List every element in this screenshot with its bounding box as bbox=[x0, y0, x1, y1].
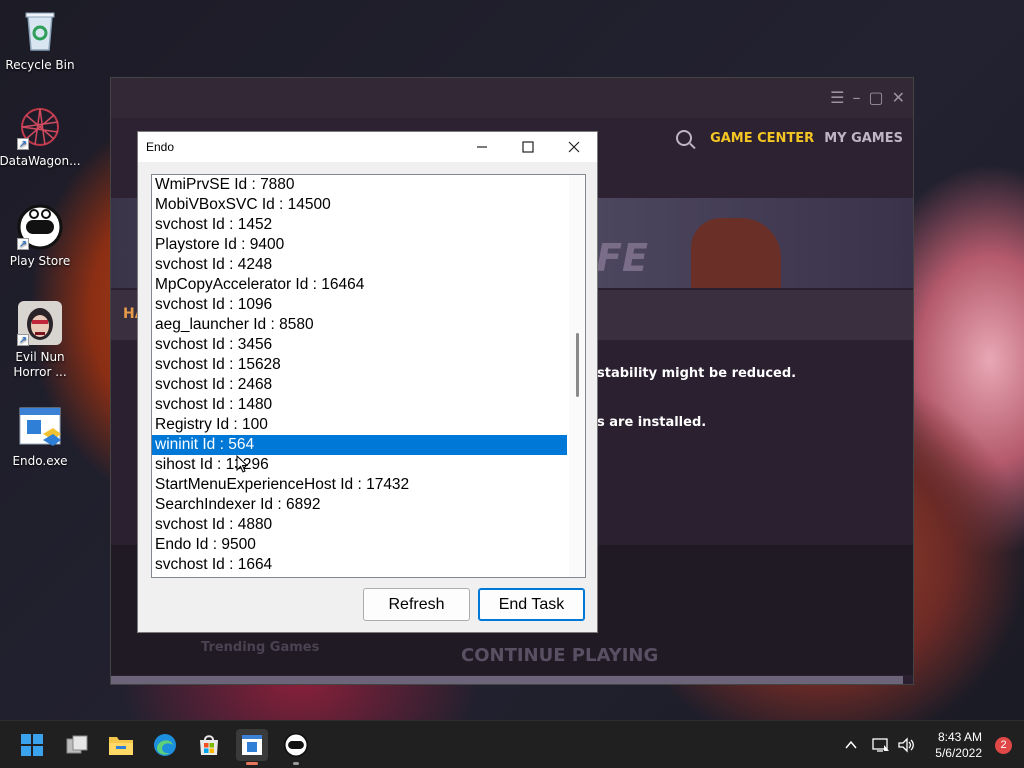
launcher-titlebar: ☰ – ▢ ✕ bbox=[111, 78, 913, 118]
search-icon[interactable] bbox=[676, 130, 693, 146]
minimize-button[interactable] bbox=[459, 132, 505, 162]
network-button[interactable] bbox=[872, 721, 890, 768]
maximize-icon bbox=[522, 141, 534, 153]
endo-taskbar-button[interactable] bbox=[236, 729, 268, 765]
list-item[interactable]: SearchIndexer Id : 6892 bbox=[152, 495, 567, 515]
desktop-icon-label: Evil Nun Horror ... bbox=[13, 350, 67, 379]
recycle-bin-icon bbox=[17, 8, 63, 54]
nav-game-center[interactable]: GAME CENTER bbox=[710, 131, 814, 146]
endo-titlebar[interactable]: Endo bbox=[138, 132, 597, 162]
endo-title: Endo bbox=[146, 140, 175, 154]
maximize-icon[interactable]: ▢ bbox=[868, 88, 883, 107]
list-item[interactable]: WmiPrvSE Id : 7880 bbox=[152, 175, 567, 195]
banner-text: FE bbox=[596, 236, 648, 280]
file-explorer-icon bbox=[109, 737, 133, 755]
list-scrollbar[interactable] bbox=[569, 175, 585, 577]
menu-icon[interactable]: ☰ bbox=[830, 88, 844, 107]
desktop-icon-evil-nun[interactable]: ↗ Evil Nun Horror ... bbox=[0, 300, 80, 380]
maximize-button[interactable] bbox=[505, 132, 551, 162]
play-store-taskbar-button[interactable] bbox=[280, 729, 312, 765]
desktop-icon-label: Play Store bbox=[9, 254, 71, 268]
task-view-icon bbox=[66, 735, 88, 754]
endo-app-icon bbox=[242, 735, 262, 755]
list-item[interactable]: Playstore Id : 9400 bbox=[152, 235, 567, 255]
list-item[interactable]: aeg_launcher Id : 8580 bbox=[152, 315, 567, 335]
file-explorer-button[interactable] bbox=[105, 729, 137, 761]
list-item-selected[interactable]: wininit Id : 564 bbox=[152, 435, 567, 455]
continue-playing-label: CONTINUE PLAYING bbox=[461, 645, 659, 666]
desktop-icon-play-store[interactable]: ↗ Play Store bbox=[0, 204, 80, 269]
list-item[interactable]: svchost Id : 1096 bbox=[152, 295, 567, 315]
launcher-nav: GAME CENTER MY GAMES bbox=[676, 130, 903, 146]
minimize-icon bbox=[477, 146, 487, 148]
shortcut-arrow-icon: ↗ bbox=[17, 138, 29, 150]
warning-line-2: s are installed. bbox=[597, 415, 707, 430]
application-window-icon bbox=[17, 404, 63, 450]
list-item[interactable]: svchost Id : 3456 bbox=[152, 335, 567, 355]
clock[interactable]: 8:43 AM 5/6/2022 bbox=[935, 729, 982, 761]
list-item[interactable]: svchost Id : 1664 bbox=[152, 555, 567, 575]
close-button[interactable] bbox=[551, 132, 597, 162]
desktop-icon-label: Recycle Bin bbox=[5, 58, 75, 72]
banner-art bbox=[691, 218, 781, 288]
list-item[interactable]: svchost Id : 1452 bbox=[152, 215, 567, 235]
play-store-icon: ↗ bbox=[17, 204, 63, 250]
end-task-button[interactable]: End Task bbox=[478, 588, 585, 621]
list-item[interactable]: MpCopyAccelerator Id : 16464 bbox=[152, 275, 567, 295]
task-view-button[interactable] bbox=[61, 729, 93, 761]
refresh-button[interactable]: Refresh bbox=[363, 588, 470, 621]
network-icon bbox=[872, 738, 889, 752]
clock-time: 8:43 AM bbox=[937, 730, 982, 744]
play-store-icon bbox=[283, 732, 309, 758]
taskbar: 8:43 AM 5/6/2022 2 bbox=[0, 720, 1024, 768]
list-item[interactable]: svchost Id : 1480 bbox=[152, 395, 567, 415]
close-icon bbox=[568, 141, 580, 153]
datawagon-icon: ↗ bbox=[17, 104, 63, 150]
desktop-icon-datawagon[interactable]: ↗ DataWagon... bbox=[0, 104, 81, 169]
list-item[interactable]: StartMenuExperienceHost Id : 17432 bbox=[152, 475, 567, 495]
process-items: WmiPrvSE Id : 7880 MobiVBoxSVC Id : 1450… bbox=[152, 175, 585, 575]
store-button[interactable] bbox=[193, 729, 225, 761]
list-item[interactable]: svchost Id : 15628 bbox=[152, 355, 567, 375]
start-button[interactable] bbox=[16, 729, 48, 761]
scrollbar-thumb[interactable] bbox=[576, 333, 579, 397]
desktop-icon-label: Endo.exe bbox=[12, 454, 68, 468]
edge-icon bbox=[154, 734, 176, 756]
chevron-up-icon bbox=[845, 740, 857, 749]
list-item[interactable]: Registry Id : 100 bbox=[152, 415, 567, 435]
warning-line-1: stability might be reduced. bbox=[597, 366, 797, 381]
desktop-icon-recycle-bin[interactable]: Recycle Bin bbox=[0, 8, 80, 73]
start-icon bbox=[21, 734, 43, 756]
nav-my-games[interactable]: MY GAMES bbox=[824, 131, 903, 146]
shortcut-arrow-icon: ↗ bbox=[17, 334, 29, 346]
desktop-icon-label: DataWagon... bbox=[0, 154, 81, 168]
process-list[interactable]: WmiPrvSE Id : 7880 MobiVBoxSVC Id : 1450… bbox=[151, 174, 586, 578]
endo-dialog: Endo WmiPrvSE Id : 7880 MobiVBoxSVC Id :… bbox=[137, 131, 598, 633]
trending-games-label: Trending Games bbox=[201, 640, 320, 655]
store-icon bbox=[200, 735, 218, 755]
list-item[interactable]: svchost Id : 4248 bbox=[152, 255, 567, 275]
active-indicator bbox=[246, 762, 258, 765]
list-item[interactable]: Endo Id : 9500 bbox=[152, 535, 567, 555]
launcher-horizontal-scrollbar[interactable] bbox=[111, 676, 903, 684]
minimize-icon[interactable]: – bbox=[852, 88, 860, 107]
clock-date: 5/6/2022 bbox=[935, 746, 982, 760]
speaker-icon bbox=[898, 737, 914, 753]
list-item[interactable]: MobiVBoxSVC Id : 14500 bbox=[152, 195, 567, 215]
close-icon[interactable]: ✕ bbox=[892, 88, 905, 107]
notification-badge[interactable]: 2 bbox=[995, 737, 1012, 754]
edge-button[interactable] bbox=[149, 729, 181, 761]
list-item[interactable]: svchost Id : 4880 bbox=[152, 515, 567, 535]
list-item[interactable]: svchost Id : 2468 bbox=[152, 375, 567, 395]
shortcut-arrow-icon: ↗ bbox=[17, 238, 29, 250]
show-hidden-icons-button[interactable] bbox=[844, 721, 858, 768]
running-indicator bbox=[293, 762, 299, 765]
evil-nun-icon: ↗ bbox=[17, 300, 63, 346]
volume-button[interactable] bbox=[898, 721, 916, 768]
list-item[interactable]: sihost Id : 13296 bbox=[152, 455, 567, 475]
desktop-icon-endo-exe[interactable]: Endo.exe bbox=[0, 404, 80, 469]
mouse-cursor-icon bbox=[236, 455, 248, 473]
